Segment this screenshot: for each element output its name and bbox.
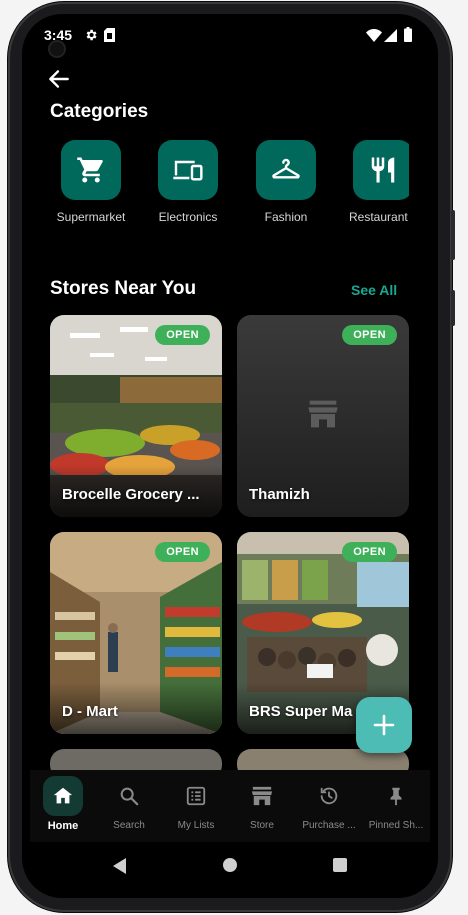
nav-search[interactable]: Search: [96, 770, 162, 831]
store-card[interactable]: OPEN D - Mart: [50, 532, 222, 734]
plus-icon: [373, 714, 395, 736]
category-tile: [353, 140, 409, 200]
nav-home[interactable]: Home: [30, 770, 96, 832]
stores-title: Stores Near You: [50, 278, 197, 299]
back-arrow-icon[interactable]: [46, 66, 72, 92]
devices-icon: [173, 160, 203, 181]
sim-card-icon: [104, 28, 115, 42]
nav-purchase-history[interactable]: Purchase ...: [296, 770, 362, 831]
category-label: Supermarket: [56, 210, 126, 224]
system-home-icon[interactable]: [222, 857, 238, 873]
category-label: Restaurant: [349, 210, 408, 224]
category-tile: [256, 140, 316, 200]
power-button: [451, 290, 455, 326]
open-badge: OPEN: [342, 542, 397, 562]
nav-icon-wrap: [109, 776, 149, 816]
bottom-navigation: Home Search My Lists Store Purchase ... …: [30, 770, 430, 842]
nav-label: Home: [47, 820, 79, 832]
add-fab-button[interactable]: [356, 697, 412, 753]
app-screen: 3:45 Categories Supermarket Electronics …: [22, 14, 438, 898]
nav-pinned-shops[interactable]: Pinned Sh...: [363, 770, 429, 831]
system-recents-icon[interactable]: [332, 857, 348, 873]
nav-icon-wrap: [242, 776, 282, 816]
store-card[interactable]: OPEN Brocelle Grocery ...: [50, 315, 222, 517]
category-tile: [61, 140, 121, 200]
category-electronics[interactable]: Electronics: [146, 140, 230, 224]
nav-label: Purchase ...: [302, 820, 356, 831]
nav-label: My Lists: [177, 820, 215, 831]
cart-icon: [77, 157, 103, 183]
fork-knife-icon: [371, 157, 395, 183]
hanger-icon: [272, 158, 300, 179]
status-bar: 3:45: [22, 14, 438, 56]
pin-icon: [390, 787, 402, 806]
nav-icon-wrap: [376, 776, 416, 816]
nav-label: Store: [250, 820, 274, 831]
nav-icon-wrap: [309, 776, 349, 816]
category-supermarket[interactable]: Supermarket: [49, 140, 133, 224]
store-name: D - Mart: [62, 703, 118, 720]
system-back-icon[interactable]: [112, 857, 128, 875]
history-icon: [320, 787, 338, 805]
see-all-link[interactable]: See All: [351, 282, 397, 298]
battery-icon: [404, 27, 412, 42]
nav-icon-wrap: [176, 776, 216, 816]
category-tile: [158, 140, 218, 200]
system-navigation-bar: [22, 844, 438, 898]
nav-my-lists[interactable]: My Lists: [163, 770, 229, 831]
home-icon: [53, 787, 73, 804]
settings-status-icon: [86, 29, 97, 41]
nav-active-indicator: [43, 776, 83, 816]
list-icon: [186, 786, 206, 806]
store-name: Brocelle Grocery ...: [62, 486, 200, 503]
category-fashion[interactable]: Fashion: [244, 140, 328, 224]
nav-label: Search: [113, 820, 145, 831]
category-label: Electronics: [158, 210, 218, 224]
volume-button: [451, 210, 455, 260]
signal-icon: [384, 29, 397, 42]
categories-title: Categories: [50, 101, 149, 122]
wifi-icon: [366, 29, 382, 42]
open-badge: OPEN: [155, 325, 210, 345]
store-placeholder-icon: [308, 400, 338, 428]
nav-label: Pinned Sh...: [368, 820, 424, 831]
category-restaurant[interactable]: Restaurant: [341, 140, 409, 224]
nav-store[interactable]: Store: [229, 770, 295, 831]
open-badge: OPEN: [155, 542, 210, 562]
store-card[interactable]: OPEN Thamizh: [237, 315, 409, 517]
store-icon: [251, 786, 273, 806]
search-icon: [120, 787, 139, 806]
category-label: Fashion: [264, 210, 308, 224]
open-badge: OPEN: [342, 325, 397, 345]
store-name: Thamizh: [249, 486, 310, 503]
status-time: 3:45: [44, 27, 73, 43]
front-camera: [50, 42, 64, 56]
